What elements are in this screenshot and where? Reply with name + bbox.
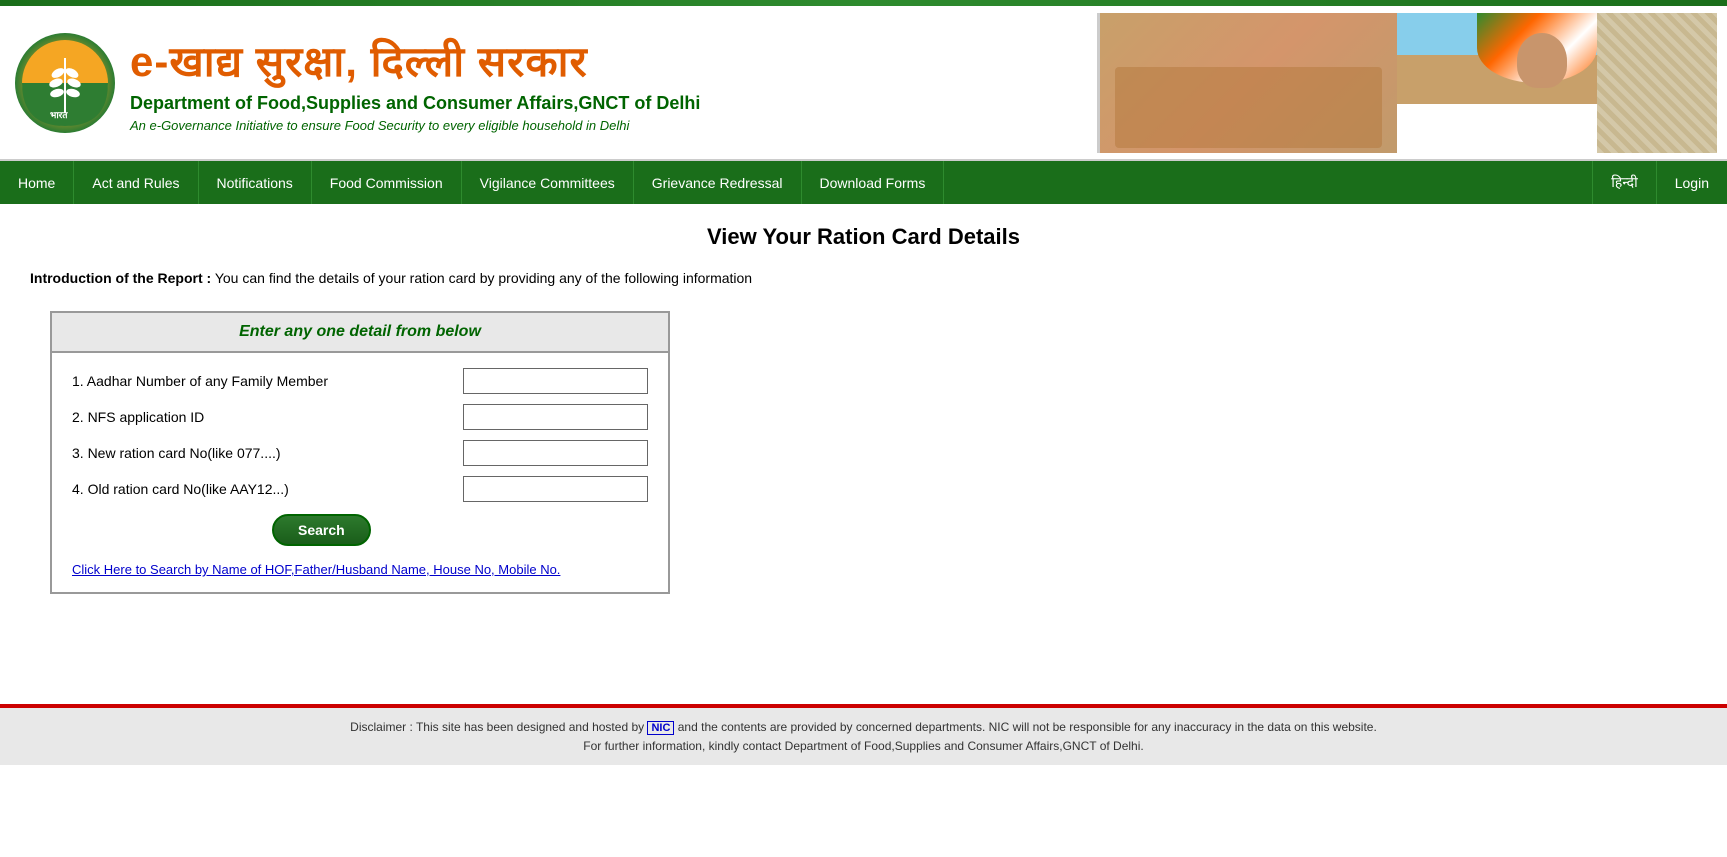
svg-text:भारत: भारत — [50, 110, 68, 120]
nav-notifications[interactable]: Notifications — [199, 161, 312, 204]
nav-download-forms[interactable]: Download Forms — [802, 161, 945, 204]
intro-label: Introduction of the Report : — [30, 270, 211, 286]
header-title-hindi: e-खाद्य सुरक्षा, दिल्ली सरकार — [130, 32, 1097, 89]
alt-search-link[interactable]: Click Here to Search by Name of HOF,Fath… — [72, 562, 560, 577]
header-text: e-खाद्य सुरक्षा, दिल्ली सरकार Department… — [120, 32, 1097, 133]
footer: Disclaimer : This site has been designed… — [0, 708, 1727, 765]
nav-right: हिन्दी Login — [1592, 161, 1727, 204]
footer-contact: For further information, kindly contact … — [20, 739, 1707, 753]
intro-text: Introduction of the Report : You can fin… — [30, 270, 1697, 286]
page-title: View Your Ration Card Details — [30, 224, 1697, 250]
header-dept: Department of Food,Supplies and Consumer… — [130, 93, 1097, 114]
aadhar-input[interactable] — [463, 368, 648, 394]
nav-home[interactable]: Home — [0, 161, 74, 204]
logo: भारत — [10, 23, 120, 143]
search-button[interactable]: Search — [272, 514, 371, 546]
nav-grievance[interactable]: Grievance Redressal — [634, 161, 802, 204]
nav-login[interactable]: Login — [1656, 161, 1727, 204]
nav-vigilance[interactable]: Vigilance Committees — [462, 161, 634, 204]
main-nav: Home Act and Rules Notifications Food Co… — [0, 161, 1727, 204]
nav-hindi[interactable]: हिन्दी — [1592, 161, 1655, 204]
form-header-text: Enter any one detail from below — [239, 323, 481, 340]
logo-emblem: भारत — [20, 38, 110, 128]
nav-food-commission[interactable]: Food Commission — [312, 161, 462, 204]
form-box-header: Enter any one detail from below — [52, 313, 668, 353]
old-rc-input[interactable] — [463, 476, 648, 502]
form-row-old-rc: 4. Old ration card No(like AAY12...) — [72, 476, 648, 502]
search-form-box: Enter any one detail from below 1. Aadha… — [50, 311, 670, 594]
nfs-input[interactable] — [463, 404, 648, 430]
old-rc-label: 4. Old ration card No(like AAY12...) — [72, 481, 463, 497]
new-rc-input[interactable] — [463, 440, 648, 466]
nic-label: NIC — [647, 721, 674, 735]
search-btn-row: Search — [72, 514, 648, 546]
footer-disclaimer: Disclaimer : This site has been designed… — [20, 720, 1707, 734]
new-rc-label: 3. New ration card No(like 077....) — [72, 445, 463, 461]
header-sub: An e-Governance Initiative to ensure Foo… — [130, 118, 1097, 133]
aadhar-label: 1. Aadhar Number of any Family Member — [72, 373, 463, 389]
header-banner — [1097, 13, 1717, 153]
alt-search-link-container: Click Here to Search by Name of HOF,Fath… — [72, 561, 648, 577]
logo-circle: भारत — [15, 33, 115, 133]
main-content: View Your Ration Card Details Introducti… — [0, 204, 1727, 704]
header: भारत e-खाद्य सुरक्षा, दिल्ली सरकार Depar… — [0, 6, 1727, 161]
form-row-nfs: 2. NFS application ID — [72, 404, 648, 430]
disclaimer-text1: Disclaimer : This site has been designed… — [350, 720, 647, 734]
form-row-new-rc: 3. New ration card No(like 077....) — [72, 440, 648, 466]
nfs-label: 2. NFS application ID — [72, 409, 463, 425]
form-row-aadhar: 1. Aadhar Number of any Family Member — [72, 368, 648, 394]
nav-act-rules[interactable]: Act and Rules — [74, 161, 198, 204]
intro-description: You can find the details of your ration … — [215, 270, 752, 286]
disclaimer-text2: and the contents are provided by concern… — [678, 720, 1377, 734]
form-body: 1. Aadhar Number of any Family Member 2.… — [52, 353, 668, 592]
